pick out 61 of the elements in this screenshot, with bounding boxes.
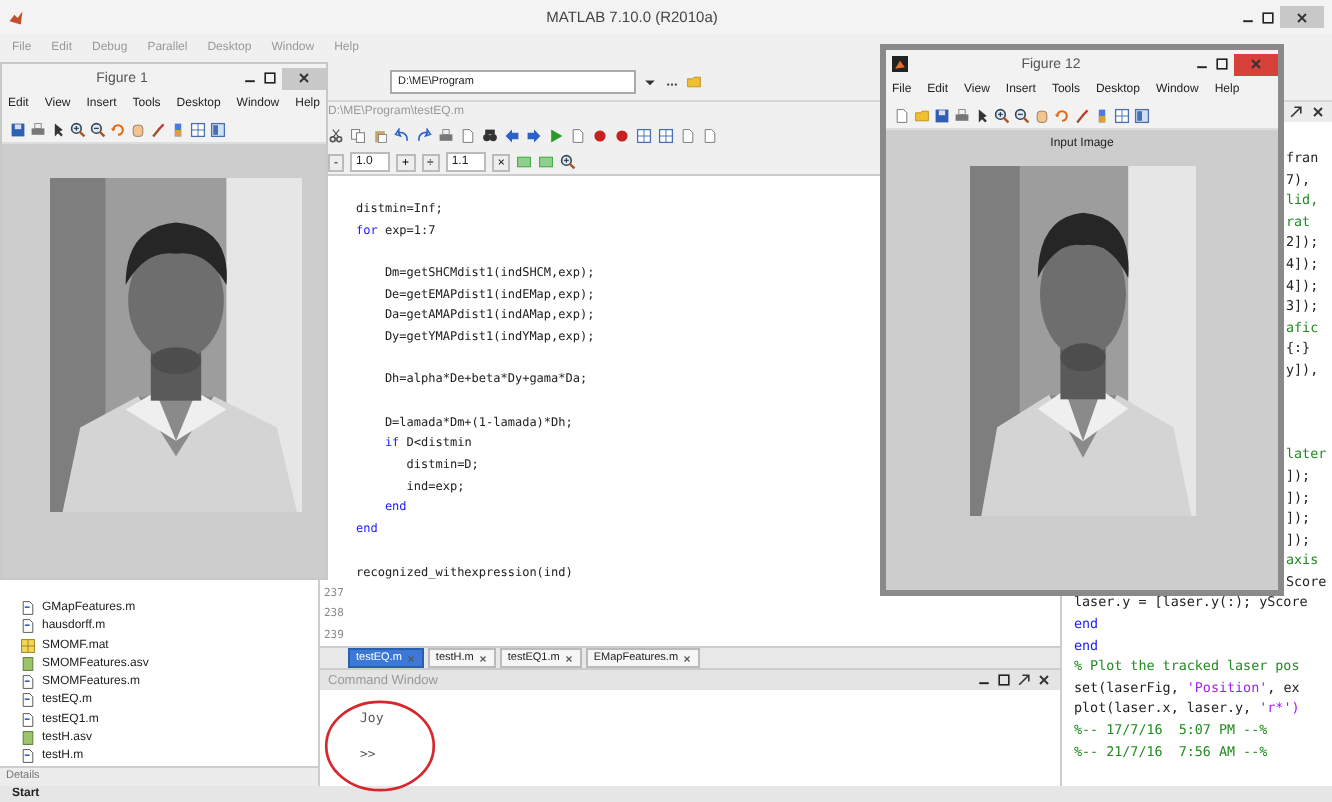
annotation-circle [320,698,440,795]
maximize-icon[interactable] [262,70,278,86]
grid-icon[interactable] [636,128,652,144]
arrow-left-icon[interactable] [504,128,520,144]
printer-icon[interactable] [954,107,970,123]
maximize-icon[interactable] [996,672,1012,689]
close-icon[interactable] [1310,104,1326,120]
close-icon[interactable] [682,653,693,664]
close-icon[interactable] [563,653,574,664]
pointer-icon[interactable] [974,107,990,123]
run-icon[interactable] [548,128,564,144]
cell-icon[interactable] [516,154,533,170]
undock-icon[interactable] [1288,104,1304,120]
matrix-icon [20,637,36,654]
maximize-icon[interactable] [1214,56,1230,72]
panel-icon[interactable] [210,121,226,137]
close-button[interactable] [282,67,326,89]
binoculars-icon[interactable] [482,128,498,144]
notepad-icon [20,730,36,747]
paste-icon[interactable] [372,128,388,144]
save-icon[interactable] [934,107,950,123]
save-icon[interactable] [10,121,26,137]
cell-icon[interactable] [538,154,555,170]
grid-icon[interactable] [658,128,674,144]
page-icon[interactable] [570,128,586,144]
close-button[interactable] [1234,53,1278,75]
close-icon[interactable] [477,653,488,664]
arrow-right-icon[interactable] [526,128,542,144]
hand-icon[interactable] [130,121,146,137]
close-button[interactable] [1280,6,1324,28]
notepad-icon [20,655,36,672]
zoom-in-icon[interactable] [560,154,577,170]
panel-icon[interactable] [1134,107,1150,123]
colorbar-icon[interactable] [1094,107,1110,123]
redo-icon[interactable] [416,128,432,144]
matlab-logo-icon [8,9,24,25]
figure-logo-icon [892,56,908,72]
colorbar-icon[interactable] [170,121,186,137]
undo-icon[interactable] [394,128,410,144]
zoom-in-icon[interactable] [994,107,1010,123]
zoom-out-icon[interactable] [1014,107,1030,123]
page-icon[interactable] [460,128,476,144]
rotate-icon[interactable] [1054,107,1070,123]
undock-icon[interactable] [1016,672,1032,689]
brush-icon[interactable] [1074,107,1090,123]
close-icon[interactable] [1036,672,1052,689]
close-icon[interactable] [1294,9,1310,25]
grid-icon[interactable] [1114,107,1130,123]
brush-icon[interactable] [150,121,166,137]
pointer-icon[interactable] [50,121,66,137]
copy-icon[interactable] [350,128,366,144]
scissors-icon[interactable] [328,128,344,144]
zoom-out-icon[interactable] [90,121,106,137]
zoom-in-icon[interactable] [70,121,86,137]
maximize-icon[interactable] [1260,9,1276,25]
close-icon[interactable] [296,70,312,86]
printer-icon[interactable] [30,121,46,137]
printer-icon[interactable] [438,128,454,144]
grid-icon[interactable] [190,121,206,137]
script-icon [20,748,36,765]
new-file-icon[interactable] [894,107,910,123]
